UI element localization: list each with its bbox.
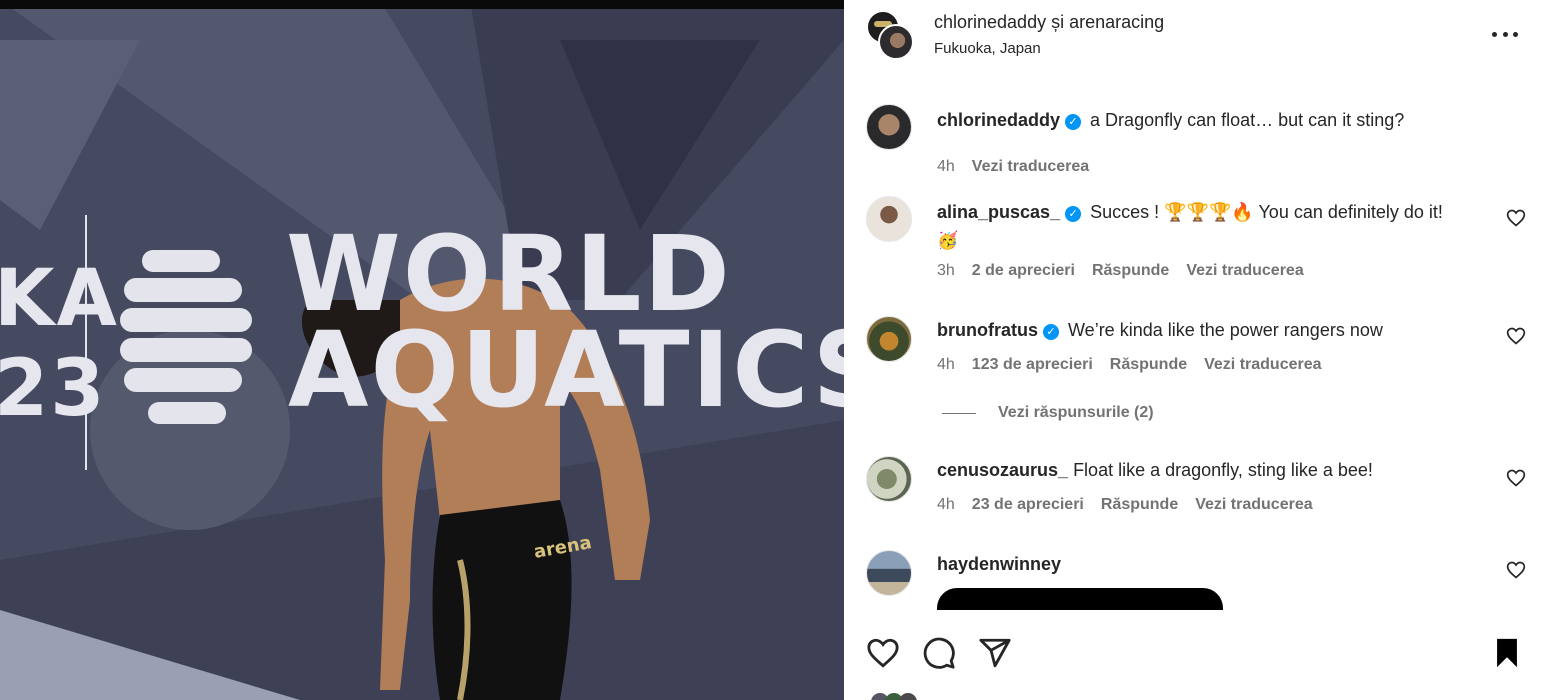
comment-meta: 4h 123 de aprecieri Răspunde Vezi traduc… <box>937 356 1322 374</box>
post-side-panel: chlorinedaddy și arenaracing Fukuoka, Ja… <box>844 0 1544 700</box>
more-options-icon[interactable] <box>1492 22 1518 46</box>
verified-badge-icon: ✓ <box>1043 324 1059 340</box>
view-replies-label: Vezi răspunsurile (2) <box>998 404 1154 421</box>
reply-button[interactable]: Răspunde <box>1110 356 1187 374</box>
avatar[interactable] <box>866 104 912 150</box>
translate-link[interactable]: Vezi traducerea <box>1186 262 1303 280</box>
bookmark-filled-icon[interactable] <box>1490 636 1524 670</box>
avatar[interactable] <box>866 196 912 242</box>
heart-small-icon[interactable] <box>1506 208 1526 228</box>
caption-body: a Dragonfly can float… but can it sting? <box>1090 110 1405 130</box>
collab-avatars[interactable] <box>866 10 916 60</box>
verified-badge-icon: ✓ <box>1065 206 1082 222</box>
likes-count[interactable]: 123 de aprecieri <box>972 356 1093 374</box>
paper-plane-icon[interactable] <box>978 636 1012 670</box>
reply-button[interactable]: Răspunde <box>1092 262 1169 280</box>
heart-small-icon[interactable] <box>1506 468 1526 488</box>
instagram-post-view: arena WORLD AQUATICS KA 23 chlorinedaddy… <box>0 0 1544 700</box>
comment-text: alina_puscas_ ✓ Succes ! 🏆🏆🏆🔥 You can def… <box>937 198 1477 255</box>
avatar-chlorinedaddy[interactable] <box>878 24 914 60</box>
comment-body: Float like a dragonfly, sting like a bee… <box>1073 460 1373 480</box>
comment-time[interactable]: 4h <box>937 356 955 374</box>
caption-username[interactable]: chlorinedaddy <box>937 110 1060 130</box>
avatar[interactable] <box>866 550 912 596</box>
avatar[interactable] <box>866 456 912 502</box>
heart-small-icon[interactable] <box>1506 560 1526 580</box>
heart-small-icon[interactable] <box>1506 326 1526 346</box>
comment-time[interactable]: 4h <box>937 496 955 514</box>
backdrop-text-left-top: KA <box>0 254 119 344</box>
comment-bubble-icon[interactable] <box>922 636 956 670</box>
comment-username[interactable]: brunofratus <box>937 320 1038 340</box>
comment-text: brunofratus ✓ We’re kinda like the power … <box>937 316 1477 344</box>
comment-time[interactable]: 3h <box>937 262 955 280</box>
post-actions-bar <box>844 632 1544 676</box>
comment-body: Succes ! 🏆🏆🏆🔥 You can definitely do it! <box>1090 202 1443 222</box>
comment-username[interactable]: cenusozaurus_ <box>937 460 1068 480</box>
comment-meta: 3h 2 de aprecieri Răspunde Vezi traducer… <box>937 262 1304 280</box>
likes-count[interactable]: 2 de aprecieri <box>972 262 1075 280</box>
avatar[interactable] <box>866 316 912 362</box>
comment-body: We’re kinda like the power rangers now <box>1068 320 1383 340</box>
comments-list[interactable]: chlorinedaddy ✓ a Dragonfly can float… bu… <box>844 90 1544 610</box>
media-top-bar <box>0 0 844 9</box>
comment-body-line2: 🥳 <box>937 231 959 251</box>
translate-link[interactable]: Vezi traducerea <box>972 158 1089 176</box>
media-overlay-pill <box>937 588 1223 610</box>
comment-username[interactable]: haydenwinney <box>937 554 1061 574</box>
replies-divider <box>942 412 976 414</box>
liked-by-avatars[interactable] <box>870 692 940 700</box>
verified-badge-icon: ✓ <box>1065 114 1082 130</box>
caption-meta: 4h Vezi traducerea <box>937 158 1089 176</box>
likes-count[interactable]: 23 de aprecieri <box>972 496 1084 514</box>
translate-link[interactable]: Vezi traducerea <box>1195 496 1312 514</box>
comment-username[interactable]: alina_puscas_ <box>937 202 1060 222</box>
post-media[interactable]: arena WORLD AQUATICS KA 23 <box>0 0 844 700</box>
comment-text: cenusozaurus_ Float like a dragonfly, st… <box>937 456 1477 484</box>
comment-meta: 4h 23 de aprecieri Răspunde Vezi traduce… <box>937 496 1313 514</box>
post-authors[interactable]: chlorinedaddy și arenaracing <box>934 12 1164 33</box>
post-location[interactable]: Fukuoka, Japan <box>934 40 1041 57</box>
translate-link[interactable]: Vezi traducerea <box>1204 356 1321 374</box>
caption-time[interactable]: 4h <box>937 158 955 176</box>
reply-button[interactable]: Răspunde <box>1101 496 1178 514</box>
comment-text: haydenwinney <box>937 550 1477 578</box>
backdrop-text-aquatics: AQUATICS <box>288 309 844 431</box>
backdrop-text-left-bottom: 23 <box>0 344 107 434</box>
post-header: chlorinedaddy și arenaracing Fukuoka, Ja… <box>844 0 1544 70</box>
view-replies-button[interactable]: Vezi răspunsurile (2) <box>942 404 1154 422</box>
heart-icon[interactable] <box>866 636 900 670</box>
caption-text: chlorinedaddy ✓ a Dragonfly can float… bu… <box>937 106 1477 134</box>
